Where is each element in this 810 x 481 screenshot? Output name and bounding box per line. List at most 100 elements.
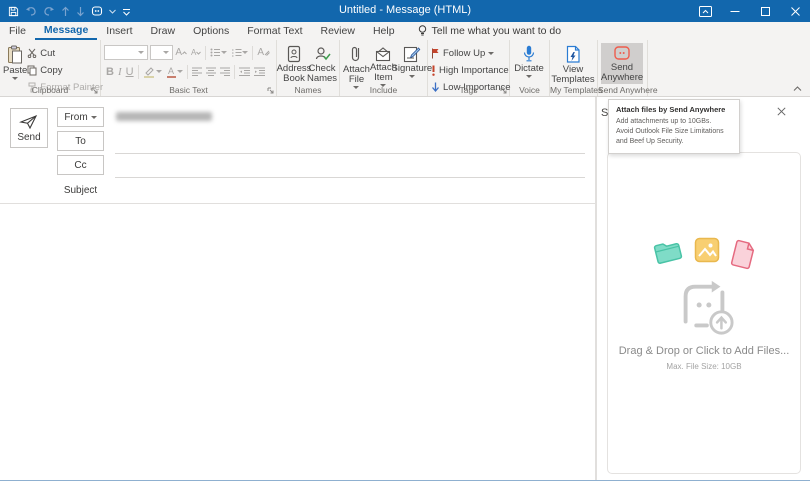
tooltip-line-2: Avoid Outlook File Size Limitations (616, 127, 732, 137)
address-book-icon (286, 45, 302, 63)
ribbon-group-voice: Dictate Voice (510, 40, 550, 96)
to-input-underline[interactable] (115, 153, 585, 154)
ribbon-display-options-icon[interactable] (690, 0, 720, 22)
to-button[interactable]: To (57, 131, 104, 151)
drop-zone-limit: Max. File Size: 10GB (666, 362, 741, 371)
tooltip-line-3: and Beef Up Security. (616, 137, 732, 147)
tell-me-label: Tell me what you want to do (432, 25, 562, 37)
attach-item-icon (373, 45, 393, 62)
tell-me-box[interactable]: Tell me what you want to do (418, 22, 562, 40)
send-icon (19, 114, 39, 130)
tab-help[interactable]: Help (364, 22, 404, 40)
signature-button[interactable]: Signature (397, 43, 427, 78)
align-left-button[interactable] (190, 64, 204, 79)
signature-dropdown-icon[interactable] (409, 75, 415, 78)
tooltip-title: Attach files by Send Anywhere (616, 105, 732, 114)
basic-text-group-label: Basic Text (101, 85, 276, 95)
bold-button[interactable]: B (104, 64, 116, 79)
underline-button[interactable]: U (124, 64, 136, 79)
redo-icon (43, 0, 55, 22)
font-name-combo[interactable] (104, 45, 148, 60)
align-center-button[interactable] (204, 64, 218, 79)
collapse-ribbon-icon[interactable] (793, 86, 802, 92)
grow-font-button[interactable]: A (173, 45, 189, 60)
ribbon-group-basic-text: A A A B I U A (101, 40, 277, 96)
numbering-button[interactable] (229, 45, 250, 60)
font-size-combo[interactable] (150, 45, 174, 60)
minimize-button[interactable] (720, 0, 750, 22)
copy-button[interactable]: Copy (27, 63, 103, 77)
italic-button[interactable]: I (116, 64, 124, 79)
tab-options[interactable]: Options (184, 22, 238, 40)
tags-dialog-launcher-icon[interactable] (500, 87, 507, 94)
from-dropdown-icon (91, 116, 97, 119)
send-anywhere-button[interactable]: Send Anywhere (601, 43, 643, 84)
ribbon-group-include: Attach File Attach Item Signature Includ… (340, 40, 428, 96)
subject-label: Subject (57, 185, 104, 196)
text-highlight-button[interactable] (141, 64, 164, 79)
view-templates-icon (565, 45, 581, 64)
ribbon-empty-space (648, 40, 810, 96)
ribbon-tab-bar: File Message Insert Draw Options Format … (0, 22, 810, 40)
quick-access-toolbar (0, 0, 131, 22)
font-color-button[interactable]: A (164, 64, 185, 79)
drop-zone-text: Drag & Drop or Click to Add Files... (619, 345, 790, 357)
tab-file[interactable]: File (0, 22, 35, 40)
basic-text-dialog-launcher-icon[interactable] (267, 87, 274, 94)
customize-quick-access-toolbar-icon[interactable] (122, 0, 131, 22)
clipboard-dialog-launcher-icon[interactable] (91, 87, 98, 94)
attach-file-button[interactable]: Attach File (343, 43, 370, 89)
voice-group-label: Voice (510, 85, 549, 95)
close-button[interactable] (780, 0, 810, 22)
high-importance-button[interactable]: High Importance (431, 63, 511, 77)
paste-button[interactable]: Paste (3, 43, 27, 80)
check-names-button[interactable]: Check Names (308, 43, 336, 84)
dictate-button[interactable]: Dictate (513, 43, 545, 78)
send-anywhere-pane: Send Anywhere Attach files by Send Anywh… (596, 97, 810, 481)
microphone-icon (523, 45, 535, 63)
title-bar: Untitled - Message (HTML) (0, 0, 810, 22)
tab-draw[interactable]: Draw (142, 22, 185, 40)
message-body[interactable] (0, 204, 595, 481)
cc-input-underline[interactable] (115, 177, 585, 178)
ribbon-group-send-anywhere: Send Anywhere Send Anywhere (598, 40, 648, 96)
follow-up-button[interactable]: Follow Up (431, 46, 511, 60)
my-templates-group-label: My Templates (550, 85, 597, 95)
align-right-button[interactable] (218, 64, 232, 79)
ribbon-group-names: Address Book Check Names Names (277, 40, 340, 96)
dictate-dropdown-icon[interactable] (526, 75, 532, 78)
tab-insert[interactable]: Insert (97, 22, 141, 40)
paste-dropdown-icon[interactable] (12, 77, 18, 80)
cut-button[interactable]: Cut (27, 46, 103, 60)
file-drop-zone[interactable]: Drag & Drop or Click to Add Files... Max… (607, 152, 801, 474)
decrease-indent-button[interactable] (237, 64, 252, 79)
view-templates-button[interactable]: View Templates (553, 43, 593, 85)
svg-text:A: A (168, 66, 174, 76)
font-color-dropdown-icon (177, 70, 183, 73)
clear-formatting-button[interactable]: A (255, 45, 272, 60)
qat-dropdown-icon[interactable] (109, 0, 116, 22)
ribbon-group-clipboard: Paste Cut Copy Format Painter Clipboard (0, 40, 101, 96)
address-book-button[interactable]: Address Book (280, 43, 308, 84)
send-anywhere-qat-icon[interactable] (91, 0, 103, 22)
high-importance-icon (431, 65, 436, 76)
bullets-button[interactable] (208, 45, 229, 60)
tab-review[interactable]: Review (312, 22, 364, 40)
increase-indent-button[interactable] (252, 64, 267, 79)
tab-format-text[interactable]: Format Text (238, 22, 311, 40)
send-button[interactable]: Send (10, 108, 48, 148)
cc-button[interactable]: Cc (57, 155, 104, 175)
shrink-font-button[interactable]: A (189, 45, 203, 60)
follow-up-dropdown-icon (488, 52, 494, 55)
send-anywhere-logo-icon (672, 275, 736, 337)
send-anywhere-icon (612, 45, 632, 62)
tab-message[interactable]: Message (35, 22, 97, 40)
from-button[interactable]: From (57, 107, 104, 127)
window-title: Untitled - Message (HTML) (339, 4, 471, 16)
maximize-button[interactable] (750, 0, 780, 22)
send-anywhere-tooltip: Attach files by Send Anywhere Add attach… (608, 99, 740, 154)
font-name-dropdown-icon (138, 51, 144, 54)
window-controls (690, 0, 810, 22)
pane-close-icon[interactable] (777, 107, 786, 116)
save-icon[interactable] (8, 0, 19, 22)
